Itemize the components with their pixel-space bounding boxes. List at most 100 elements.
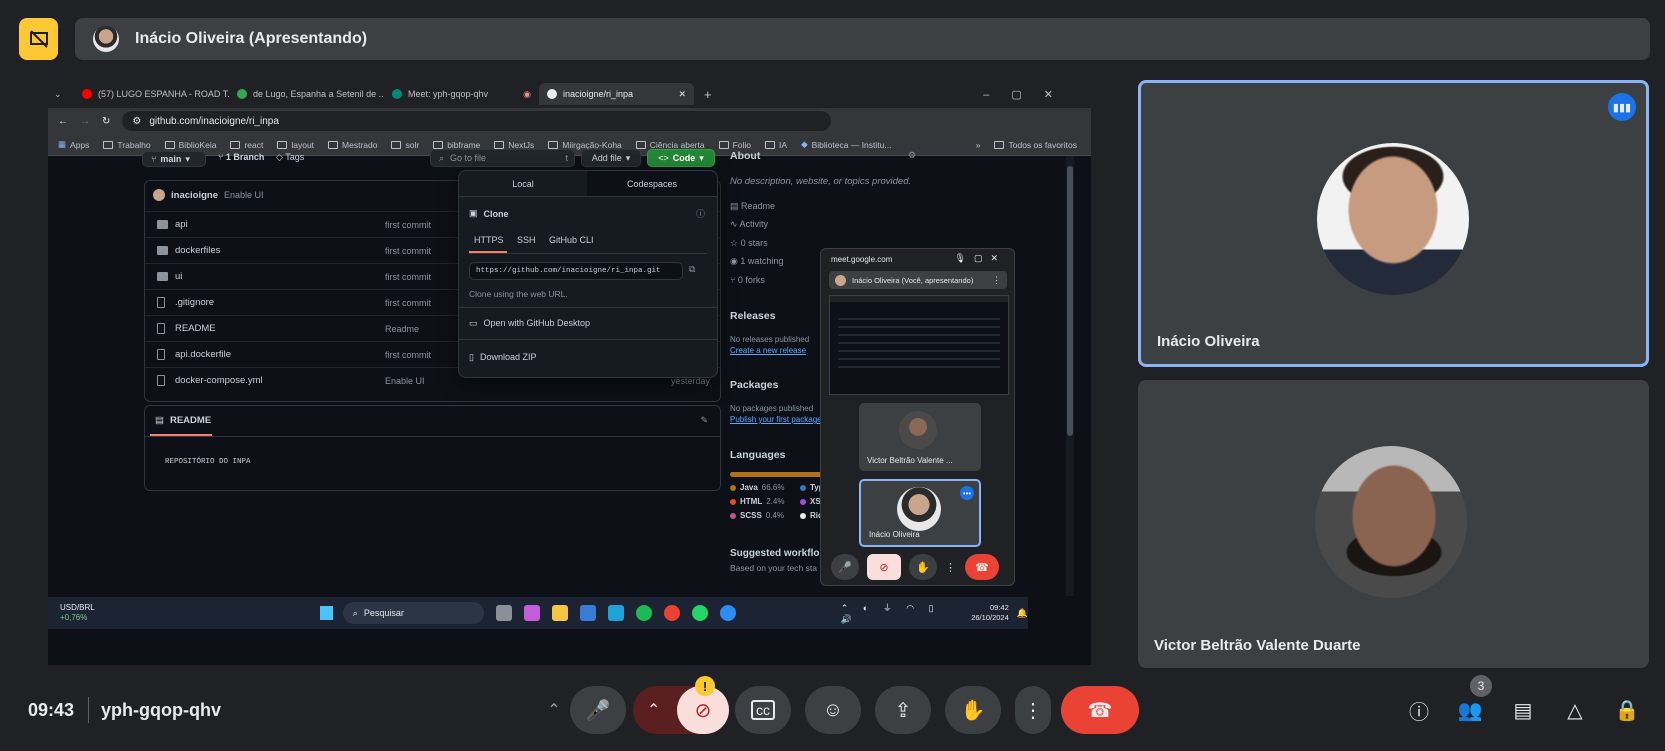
branch-selector[interactable]: ⑂ main ▾ — [142, 151, 206, 167]
hand-icon[interactable]: ✋ — [909, 554, 937, 580]
edit-icon[interactable]: ✎ — [700, 415, 708, 426]
go-to-file-input[interactable]: ⌕ Go to file t — [430, 149, 575, 167]
spotify-icon[interactable] — [635, 605, 652, 621]
about-item-readme[interactable]: ▤ Readme — [730, 201, 775, 212]
code-button[interactable]: <> Code ▾ — [647, 149, 715, 167]
bookmark-item[interactable]: solr — [391, 140, 419, 150]
branches-link[interactable]: ⑂ 1 Branch — [218, 152, 264, 162]
tab-github[interactable]: inacioigne/ri_inpa ✕ — [539, 83, 694, 105]
copilot-icon[interactable] — [523, 605, 540, 621]
tab-codespaces[interactable]: Codespaces — [587, 171, 717, 197]
people-icon[interactable]: 👥 — [1455, 695, 1485, 725]
readme-tab[interactable]: ▤ README — [155, 415, 211, 426]
protocol-gh-cli[interactable]: GitHub CLI — [549, 235, 594, 245]
publish-package-link[interactable]: Publish your first package — [730, 415, 822, 424]
folder-icon — [328, 140, 339, 149]
reload-icon[interactable]: ↻ — [102, 116, 110, 127]
windows-start-icon[interactable] — [319, 606, 333, 620]
bookmark-item[interactable]: Ciência aberta — [635, 140, 705, 150]
new-tab-button[interactable]: + — [704, 87, 712, 102]
bookmark-item[interactable]: IA — [765, 140, 787, 150]
docker-icon[interactable] — [719, 605, 736, 621]
about-item-forks[interactable]: ⑂ 0 forks — [730, 275, 765, 285]
about-item-stars[interactable]: ☆ 0 stars — [730, 238, 768, 249]
all-bookmarks[interactable]: Todos os favoritos — [994, 140, 1077, 150]
edge-icon[interactable] — [607, 605, 624, 621]
forward-icon[interactable]: → — [80, 116, 90, 127]
whatsapp-icon[interactable] — [691, 605, 708, 621]
more-icon[interactable]: ⋮ — [945, 561, 957, 574]
chat-icon[interactable]: ▤ — [1508, 695, 1538, 725]
bookmark-item[interactable]: ▦ Apps — [58, 139, 89, 150]
raise-hand-button[interactable]: ✋ — [945, 686, 1001, 734]
back-icon[interactable]: ← — [58, 116, 68, 127]
bookmark-item[interactable]: Trabalho — [103, 140, 151, 150]
tags-link[interactable]: ◇ Tags — [276, 152, 304, 163]
more-options-button[interactable]: ⋮ — [1015, 686, 1051, 734]
activities-icon[interactable]: △ — [1560, 695, 1590, 725]
camera-off-icon[interactable]: ⊘ — [867, 554, 901, 580]
create-release-link[interactable]: Create a new release — [730, 346, 806, 355]
chrome-icon[interactable] — [663, 605, 680, 621]
system-tray-icons[interactable]: ⌃ ◐ ⏚ ◠ ▯ 🔊 — [841, 601, 957, 625]
tab-maps[interactable]: de Lugo, Espanha a Setenil de ... — [229, 83, 384, 105]
meeting-info-icon[interactable]: ⓘ — [1404, 695, 1434, 725]
taskbar-clock[interactable]: 09:42 26/10/2024 — [971, 603, 1009, 623]
taskbar-search[interactable]: ⌕ Pesquisar — [342, 602, 484, 624]
clone-url-input[interactable]: https://github.com/inacioigne/ri_inpa.gi… — [469, 262, 683, 280]
participant-tile-inacio[interactable]: ▮▮▮ Inácio Oliveira — [1138, 80, 1649, 367]
mic-icon[interactable]: 🎤 — [831, 554, 859, 580]
url-field[interactable]: ⚙ github.com/inacioigne/ri_inpa — [122, 111, 831, 131]
eye-icon: ◉ — [730, 256, 741, 266]
folder-icon — [718, 140, 729, 149]
host-controls-icon[interactable]: 🔒 — [1612, 695, 1642, 725]
about-item-activity[interactable]: ∿ Activity — [730, 219, 768, 230]
hangup-icon[interactable]: ☎ — [965, 554, 999, 580]
leave-call-button[interactable]: ☎ — [1061, 686, 1139, 734]
bookmark-item[interactable]: Folio — [718, 140, 751, 150]
more-icon[interactable]: ⋮ — [992, 275, 1001, 286]
bookmark-item[interactable]: BiblioKeia — [164, 140, 216, 150]
window-controls[interactable]: –▢✕ — [983, 88, 1075, 101]
avatar — [835, 274, 846, 286]
about-item-watching[interactable]: ◉ 1 watching — [730, 256, 783, 267]
help-icon[interactable]: ⓘ — [696, 207, 705, 220]
tab-meet[interactable]: Meet: yph-gqop-qhv ◉ — [384, 83, 539, 105]
folder-icon — [635, 140, 646, 149]
tab-youtube[interactable]: (57) LUGO ESPANHA - ROAD T... — [74, 83, 229, 105]
captions-button[interactable]: cc — [735, 686, 791, 734]
protocol-ssh[interactable]: SSH — [517, 235, 536, 245]
open-desktop-button[interactable]: ▭ Open with GitHub Desktop — [469, 318, 590, 329]
tab-search-icon[interactable]: ⌄ — [54, 89, 74, 100]
download-zip-button[interactable]: ▯ Download ZIP — [469, 352, 536, 363]
bookmark-item[interactable]: ◆ Biblioteca — Institu... — [801, 139, 891, 150]
add-file-button[interactable]: Add file ▾ — [581, 149, 641, 167]
task-view-icon[interactable] — [495, 605, 512, 621]
video-button[interactable]: ⌃ ⊘ ! — [633, 676, 729, 734]
copy-icon[interactable]: ⧉ — [689, 264, 695, 275]
bookmark-item[interactable]: react — [230, 140, 263, 150]
stop-presenting-button[interactable] — [19, 18, 58, 60]
bookmark-item[interactable]: Mestrado — [328, 140, 377, 150]
bookmarks-more[interactable]: » — [976, 140, 981, 150]
bookmark-item[interactable]: bibframe — [433, 140, 480, 150]
participant-tile-victor[interactable]: Victor Beltrão Valente Duarte — [1138, 380, 1649, 668]
participant-video — [1317, 143, 1469, 295]
stock-widget[interactable]: USD/BRL +0,76% — [60, 603, 95, 623]
page-scrollbar[interactable] — [1066, 156, 1074, 596]
bookmark-item[interactable]: layout — [277, 140, 314, 150]
pip-controls[interactable]: 🎙▢✕ — [955, 253, 1006, 264]
protocol-https[interactable]: HTTPS — [474, 235, 504, 245]
presenter-name: Inácio Oliveira (Apresentando) — [135, 30, 368, 47]
reactions-button[interactable]: ☺ — [805, 686, 861, 734]
bookmark-item[interactable]: NextJs — [494, 140, 534, 150]
notification-icon[interactable]: 🔔 — [1017, 608, 1028, 619]
store-icon[interactable] — [579, 605, 596, 621]
file-explorer-icon[interactable] — [551, 605, 568, 621]
bookmark-item[interactable]: Miirgação-Koha — [548, 140, 622, 150]
tab-local[interactable]: Local — [459, 171, 587, 197]
github-icon — [547, 89, 557, 99]
mic-button[interactable]: 🎤 — [570, 686, 626, 734]
present-button[interactable]: ⇪ — [875, 686, 931, 734]
gear-icon[interactable]: ⚙ — [908, 150, 916, 161]
